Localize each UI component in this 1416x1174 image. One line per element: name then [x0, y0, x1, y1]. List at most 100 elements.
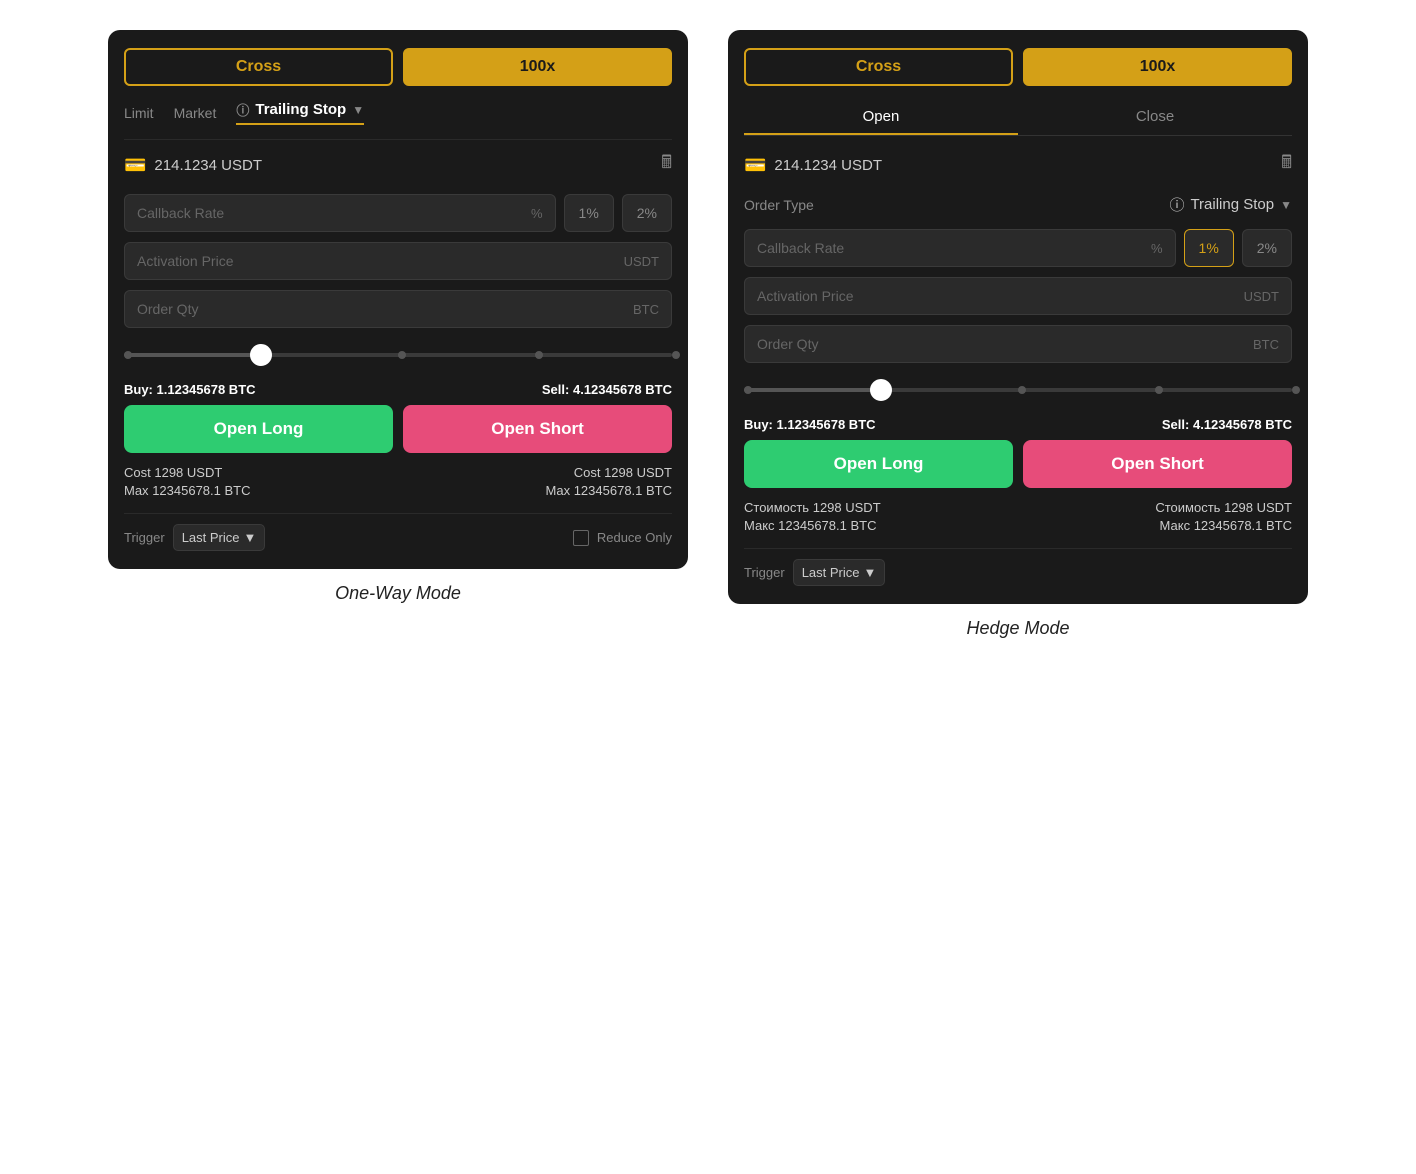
max-buy-left: Max 12345678.1 BTC [124, 483, 398, 498]
callback-rate-input-left[interactable]: Callback Rate % [124, 194, 556, 232]
cross-button-right[interactable]: Cross [744, 48, 1013, 86]
footer-row-left: Trigger Last Price ▼ Reduce Only [124, 513, 672, 551]
cost-buy-left: Cost 1298 USDT [124, 465, 398, 480]
buy-value-right: 1.12345678 BTC [777, 417, 876, 432]
order-type-selector-label: Order Type [744, 197, 814, 213]
sell-info-left: Sell: 4.12345678 BTC [542, 382, 672, 397]
buysell-row-right: Buy: 1.12345678 BTC Sell: 4.12345678 BTC [744, 417, 1292, 432]
rate-btn-2-right[interactable]: 2% [1242, 229, 1292, 267]
balance-value-left: 214.1234 USDT [154, 157, 262, 174]
open-long-button-left[interactable]: Open Long [124, 405, 393, 453]
order-type-row-left: Limit Market ⓘ Trailing Stop ▼ [124, 100, 672, 125]
cost-max-row-left: Cost 1298 USDT Max 12345678.1 BTC Cost 1… [124, 465, 672, 501]
sell-value-left: 4.12345678 BTC [573, 382, 672, 397]
rate-btn-2-left[interactable]: 2% [622, 194, 672, 232]
slider-thumb-left[interactable] [250, 344, 272, 366]
trigger-group-right: Trigger Last Price ▼ [744, 559, 885, 586]
slider-thumb-right[interactable] [870, 379, 892, 401]
slider-dot-50-right [1018, 386, 1026, 394]
order-qty-unit-left: BTC [633, 302, 659, 317]
slider-left[interactable] [124, 340, 672, 370]
action-buttons-right: Open Long Open Short [744, 440, 1292, 488]
calc-icon-right[interactable]: 🖩 [1281, 150, 1292, 180]
callback-rate-row-right: Callback Rate % 1% 2% [744, 229, 1292, 267]
activation-price-row-left: Activation Price USDT [124, 242, 672, 280]
open-short-button-right[interactable]: Open Short [1023, 440, 1292, 488]
reduce-only-checkbox-left[interactable] [573, 530, 589, 546]
leverage-button-left[interactable]: 100x [403, 48, 672, 86]
limit-tab-left[interactable]: Limit [124, 105, 154, 121]
reduce-only-group-left[interactable]: Reduce Only [573, 530, 672, 546]
tab-open[interactable]: Open [744, 100, 1018, 135]
buysell-row-left: Buy: 1.12345678 BTC Sell: 4.12345678 BTC [124, 382, 672, 397]
tab-close[interactable]: Close [1018, 100, 1292, 135]
rate-btn-1-left[interactable]: 1% [564, 194, 614, 232]
order-qty-unit-right: BTC [1253, 337, 1279, 352]
buy-label-left: Buy: [124, 382, 153, 397]
open-short-button-left[interactable]: Open Short [403, 405, 672, 453]
balance-row-left: 💳 214.1234 USDT 🖩 [124, 150, 672, 180]
slider-dot-75-right [1155, 386, 1163, 394]
card-icon-left: 💳 [124, 155, 146, 176]
order-qty-input-left[interactable]: Order Qty BTC [124, 290, 672, 328]
sell-value-right: 4.12345678 BTC [1193, 417, 1292, 432]
order-qty-input-right[interactable]: Order Qty BTC [744, 325, 1292, 363]
slider-fill-right [744, 388, 881, 392]
callback-rate-placeholder-right: Callback Rate [757, 240, 844, 256]
order-type-selector-row: Order Type ⓘ Trailing Stop ▼ [744, 194, 1292, 215]
trailing-stop-label-right: Trailing Stop [1190, 196, 1274, 213]
slider-right[interactable] [744, 375, 1292, 405]
sell-label-left: Sell: [542, 382, 569, 397]
open-close-tabs: Open Close [744, 100, 1292, 136]
order-qty-placeholder-left: Order Qty [137, 301, 198, 317]
hedge-panel: Cross 100x Open Close 💳 214.1234 USDT 🖩 … [728, 30, 1308, 604]
order-type-selector-value[interactable]: ⓘ Trailing Stop ▼ [1169, 194, 1292, 215]
cost-col-buy-right: Стоимость 1298 USDT Макс 12345678.1 BTC [744, 500, 1018, 536]
slider-dot-75-left [535, 351, 543, 359]
market-tab-left[interactable]: Market [174, 105, 217, 121]
left-panel-label: One-Way Mode [335, 583, 461, 604]
balance-row-right: 💳 214.1234 USDT 🖩 [744, 150, 1292, 180]
leverage-button-right[interactable]: 100x [1023, 48, 1292, 86]
cross-button-left[interactable]: Cross [124, 48, 393, 86]
open-long-button-right[interactable]: Open Long [744, 440, 1013, 488]
order-qty-row-left: Order Qty BTC [124, 290, 672, 328]
one-way-panel: Cross 100x Limit Market ⓘ Trailing Stop … [108, 30, 688, 569]
calc-icon-left[interactable]: 🖩 [661, 150, 672, 180]
activation-price-unit-right: USDT [1244, 289, 1279, 304]
trailing-stop-label-left: Trailing Stop [255, 101, 346, 118]
trigger-select-right[interactable]: Last Price ▼ [793, 559, 886, 586]
trigger-label-left: Trigger [124, 530, 165, 545]
buy-value-left: 1.12345678 BTC [157, 382, 256, 397]
right-panel-label: Hedge Mode [966, 618, 1069, 639]
cost-max-row-right: Стоимость 1298 USDT Макс 12345678.1 BTC … [744, 500, 1292, 536]
info-icon-left: ⓘ [236, 100, 249, 119]
action-buttons-left: Open Long Open Short [124, 405, 672, 453]
activation-price-input-right[interactable]: Activation Price USDT [744, 277, 1292, 315]
activation-price-input-left[interactable]: Activation Price USDT [124, 242, 672, 280]
trigger-dropdown-arrow-left: ▼ [244, 530, 257, 545]
activation-price-unit-left: USDT [624, 254, 659, 269]
order-qty-placeholder-right: Order Qty [757, 336, 818, 352]
cost-col-buy-left: Cost 1298 USDT Max 12345678.1 BTC [124, 465, 398, 501]
callback-rate-unit-left: % [531, 206, 543, 221]
buy-info-right: Buy: 1.12345678 BTC [744, 417, 876, 432]
dropdown-arrow-right: ▼ [1280, 198, 1292, 212]
max-sell-left: Max 12345678.1 BTC [398, 483, 672, 498]
slider-fill-left [124, 353, 261, 357]
callback-rate-input-right[interactable]: Callback Rate % [744, 229, 1176, 267]
callback-rate-placeholder-left: Callback Rate [137, 205, 224, 221]
info-icon-right: ⓘ [1169, 194, 1184, 215]
activation-price-placeholder-right: Activation Price [757, 288, 853, 304]
cost-sell-left: Cost 1298 USDT [398, 465, 672, 480]
last-price-option-left: Last Price [182, 530, 240, 545]
trigger-select-left[interactable]: Last Price ▼ [173, 524, 266, 551]
buy-label-right: Buy: [744, 417, 773, 432]
cost-sell-right: Стоимость 1298 USDT [1018, 500, 1292, 515]
max-buy-right: Макс 12345678.1 BTC [744, 518, 1018, 533]
slider-dot-50-left [398, 351, 406, 359]
rate-btn-1-right[interactable]: 1% [1184, 229, 1234, 267]
trailing-stop-tab-left[interactable]: ⓘ Trailing Stop ▼ [236, 100, 364, 125]
slider-track-left [124, 353, 672, 357]
sell-info-right: Sell: 4.12345678 BTC [1162, 417, 1292, 432]
